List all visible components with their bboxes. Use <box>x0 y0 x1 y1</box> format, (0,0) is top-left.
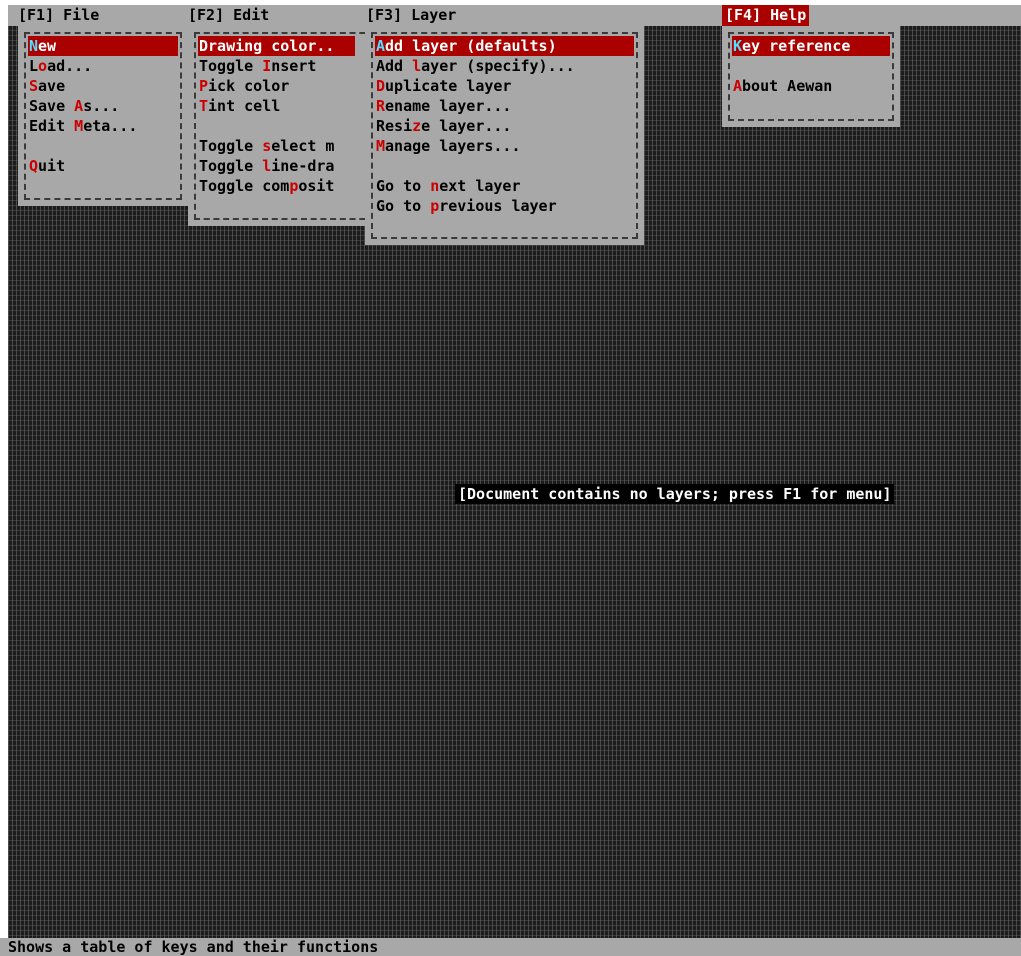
menu-edit[interactable]: [F2] Edit <box>185 5 272 26</box>
menu-item-new[interactable]: New <box>28 36 178 56</box>
menu-file[interactable]: [F1] File <box>15 5 102 26</box>
menu-bar <box>8 5 1021 26</box>
menu-layer[interactable]: [F3] Layer <box>363 5 459 26</box>
menu-item-resize-layer[interactable]: Resize layer... <box>375 116 634 136</box>
status-bar: Shows a table of keys and their function… <box>0 938 1021 956</box>
edit-dropdown: Drawing color.. Toggle Insert Pick color… <box>188 26 375 226</box>
menu-item-save-as[interactable]: Save As... <box>28 96 178 116</box>
menu-item-toggle-composite[interactable]: Toggle composit <box>198 176 355 196</box>
menu-item-previous-layer[interactable]: Go to previous layer <box>375 196 634 216</box>
no-layers-notice: [Document contains no layers; press F1 f… <box>455 484 895 504</box>
menu-item-next-layer[interactable]: Go to next layer <box>375 176 634 196</box>
menu-item-tint-cell[interactable]: Tint cell <box>198 96 355 116</box>
menu-item-toggle-line-draw[interactable]: Toggle line-dra <box>198 156 355 176</box>
menu-item-about-aewan[interactable]: About Aewan <box>732 76 890 96</box>
menu-item-add-layer-specify[interactable]: Add layer (specify)... <box>375 56 634 76</box>
menu-item-drawing-color[interactable]: Drawing color.. <box>198 36 355 56</box>
menu-item-manage-layers[interactable]: Manage layers... <box>375 136 634 156</box>
menu-item-save[interactable]: Save <box>28 76 178 96</box>
menu-item-toggle-select[interactable]: Toggle select m <box>198 136 355 156</box>
menu-item-load[interactable]: Load... <box>28 56 178 76</box>
menu-item-duplicate-layer[interactable]: Duplicate layer <box>375 76 634 96</box>
menu-item-pick-color[interactable]: Pick color <box>198 76 355 96</box>
menu-item-edit-meta[interactable]: Edit Meta... <box>28 116 178 136</box>
menu-item-add-layer-defaults[interactable]: Add layer (defaults) <box>375 36 634 56</box>
layer-dropdown: Add layer (defaults) Add layer (specify)… <box>365 26 644 245</box>
menu-item-quit[interactable]: Quit <box>28 156 178 176</box>
menu-item-toggle-insert[interactable]: Toggle Insert <box>198 56 355 76</box>
menu-item-key-reference[interactable]: Key reference <box>732 36 890 56</box>
file-dropdown: New Load... Save Save As... Edit Meta...… <box>18 26 188 206</box>
menu-item-rename-layer[interactable]: Rename layer... <box>375 96 634 116</box>
menu-help[interactable]: [F4] Help <box>722 5 810 26</box>
help-dropdown: Key reference About Aewan <box>722 26 900 127</box>
